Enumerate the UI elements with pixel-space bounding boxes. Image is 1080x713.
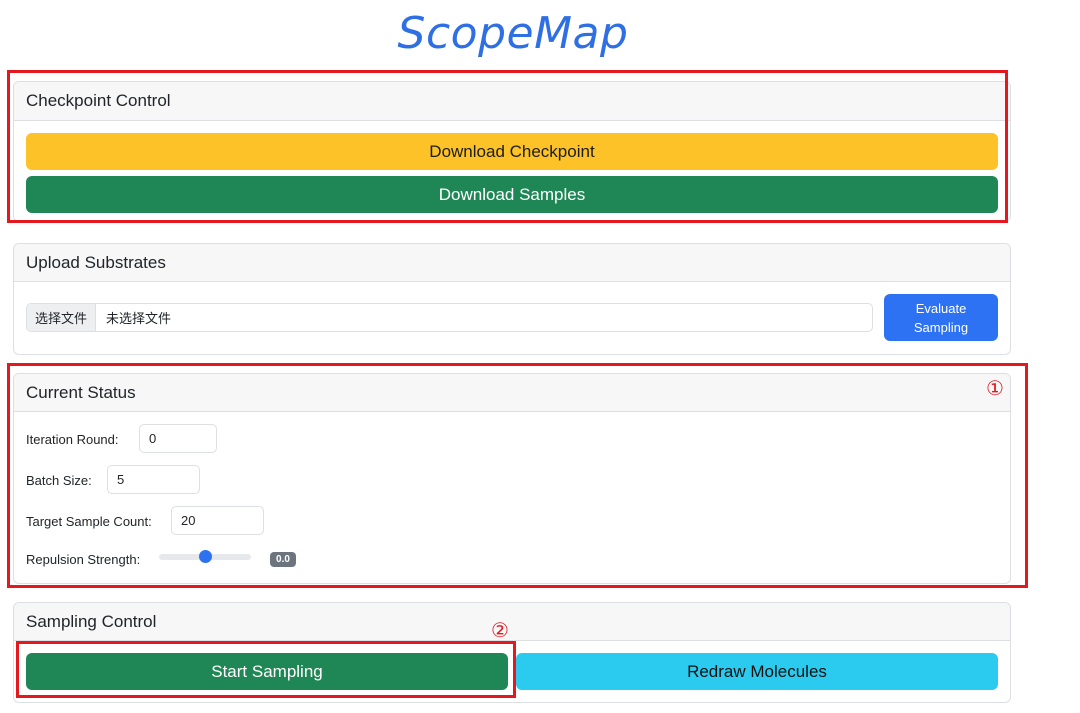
upload-header: Upload Substrates [14, 244, 1010, 282]
file-name-text: 未选择文件 [106, 311, 172, 326]
annotation-box-checkpoint [7, 70, 1008, 223]
sampling-header: Sampling Control [14, 603, 1010, 641]
evaluate-sampling-button[interactable]: Evaluate Sampling [884, 294, 998, 341]
choose-file-button[interactable]: 选择文件 [27, 304, 97, 331]
annotation-box-start-sampling [16, 641, 516, 698]
upload-card: Upload Substrates 选择文件 未选择文件 Evaluate Sa… [13, 243, 1011, 355]
file-input[interactable]: 选择文件 未选择文件 [26, 303, 873, 332]
annotation-box-status [7, 363, 1028, 588]
redraw-molecules-button[interactable]: Redraw Molecules [516, 653, 998, 690]
evaluate-sampling-label: Evaluate Sampling [913, 300, 969, 335]
annotation-marker-2: ② [491, 618, 509, 642]
app-title: ScopeMap [397, 8, 629, 59]
annotation-marker-1: ① [986, 376, 1004, 400]
